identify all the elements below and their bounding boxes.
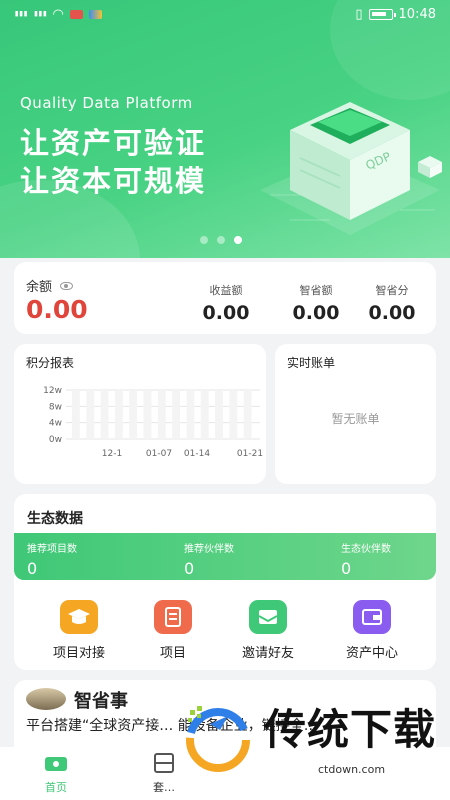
eco-stat-value: 0	[341, 559, 352, 578]
recommended-projects-stat[interactable]: 推荐项目数 0	[27, 540, 77, 578]
chart-column-bg	[143, 390, 152, 439]
hero-title-line2: 让资本可规模	[20, 164, 207, 198]
stat-value: 0.00	[202, 302, 250, 324]
project-matching-button[interactable]: 项目对接	[36, 600, 122, 661]
watermark-url: ctdown.com	[318, 763, 386, 776]
news-avatar	[26, 688, 66, 710]
envelope-icon	[249, 600, 287, 634]
eco-stat-value: 0	[184, 559, 195, 578]
chart-x-tick: 01-07	[146, 449, 172, 459]
recommended-partners-stat[interactable]: 推荐伙伴数 0	[184, 540, 234, 578]
chart-column-bg	[157, 390, 166, 439]
stat-label: 智省额	[299, 284, 333, 297]
balance-card: 余额 0.00 收益额 0.00 智省额 0.00 智省分 0.00	[14, 262, 436, 334]
quick-link-label: 资产中心	[345, 646, 398, 661]
app-notification-icon	[88, 9, 102, 19]
signal-icon: ▮▮▮	[14, 9, 28, 19]
income-stat[interactable]: 收益额 0.00	[186, 282, 266, 324]
app-notification-icon	[69, 9, 83, 19]
eco-stat-value: 0	[27, 559, 38, 578]
carousel-indicator[interactable]	[200, 236, 242, 244]
balance-value: 0.00	[26, 295, 88, 324]
carousel-dot[interactable]	[217, 236, 225, 244]
chart-y-tick: 0w	[49, 435, 62, 445]
eco-stat-label: 推荐伙伴数	[184, 544, 234, 555]
wifi-icon: ◠	[52, 6, 64, 22]
chart-column-bg	[100, 390, 109, 439]
eco-partners-stat[interactable]: 生态伙伴数 0	[341, 540, 391, 578]
stat-value: 0.00	[292, 302, 340, 324]
status-bar: ▮▮▮ ▮▮▮ ◠ ▯ 10:48	[0, 0, 450, 28]
ecosystem-stats-band: 推荐项目数 0 推荐伙伴数 0 生态伙伴数 0	[14, 533, 436, 580]
chart-column-bg	[129, 390, 138, 439]
watermark-text: 传统下载	[264, 705, 437, 754]
eye-icon[interactable]	[60, 281, 74, 290]
chart-x-tick: 01-14	[184, 449, 210, 459]
chart-column-bg	[86, 390, 95, 439]
ecosystem-card: 生态数据 推荐项目数 0 推荐伙伴数 0 生态伙伴数 0 项目对接 项目 邀请好…	[14, 494, 436, 670]
battery-icon	[368, 8, 396, 20]
stat-label: 智省分	[375, 284, 409, 297]
signal-icon: ▮▮▮	[33, 9, 47, 19]
bill-title: 实时账单	[287, 356, 336, 370]
tab-label: 首页	[45, 781, 67, 794]
invite-friends-button[interactable]: 邀请好友	[225, 600, 311, 661]
chart-column-bg	[72, 390, 80, 439]
watermark-logo-icon	[186, 706, 250, 772]
hero-banner[interactable]: ▮▮▮ ▮▮▮ ◠ ▯ 10:48 Quality Data Platform …	[0, 0, 450, 258]
hero-subtitle: Quality Data Platform	[20, 94, 193, 112]
chart-column-bg	[215, 390, 223, 439]
chart-column-bg	[243, 390, 252, 439]
grid-icon	[152, 753, 176, 773]
projects-button[interactable]: 项目	[130, 600, 216, 661]
chart-x-tick: 01-21	[237, 449, 263, 459]
chart-column-bg	[172, 390, 181, 439]
stat-label: 收益额	[209, 284, 243, 297]
chart-column-bg	[114, 390, 123, 439]
tab-home[interactable]: 首页	[26, 753, 86, 795]
points-chart: 12w 8w 4w 0w 12-1 01-07 01-14 01-21	[43, 386, 263, 459]
chart-y-tick: 12w	[43, 386, 62, 396]
smart-saving-points-stat[interactable]: 智省分 0.00	[352, 282, 432, 324]
asset-center-button[interactable]: 资产中心	[329, 600, 415, 661]
eco-stat-label: 推荐项目数	[27, 544, 77, 555]
smart-saving-amount-stat[interactable]: 智省额 0.00	[276, 282, 356, 324]
carousel-dot-active[interactable]	[234, 236, 242, 244]
news-title: 智省事	[74, 691, 128, 712]
clipboard-icon	[154, 600, 192, 634]
quick-link-label: 邀请好友	[241, 646, 294, 661]
hero-title-line1: 让资产可验证	[20, 126, 207, 160]
chart-column-bg	[229, 390, 238, 439]
chart-y-tick: 8w	[49, 402, 62, 412]
vibrate-icon: ▯	[355, 6, 363, 22]
chart-column-bg	[200, 390, 209, 439]
carousel-dot[interactable]	[200, 236, 208, 244]
wallet-icon	[353, 600, 391, 634]
graduation-cap-icon	[60, 600, 98, 634]
eco-stat-label: 生态伙伴数	[341, 544, 391, 555]
balance-label: 余额	[26, 280, 53, 295]
quick-link-label: 项目对接	[52, 646, 105, 661]
chart-y-tick: 4w	[49, 419, 62, 429]
bill-card[interactable]: 实时账单 暂无账单	[275, 344, 436, 484]
bill-empty-text: 暂无账单	[331, 412, 380, 426]
watermark-overlay: 传统下载 ctdown.com	[180, 694, 442, 790]
home-icon	[44, 753, 68, 773]
ecosystem-title: 生态数据	[27, 511, 83, 527]
chart-x-tick: 12-1	[102, 449, 122, 459]
status-time: 10:48	[398, 6, 436, 22]
quick-link-label: 项目	[159, 646, 186, 661]
points-chart-card[interactable]: 积分报表 12w 8w 4w 0w 12-1 01-07 01-14 01-21	[14, 344, 266, 484]
stat-value: 0.00	[368, 302, 416, 324]
server-illustration: QDP	[260, 102, 442, 235]
chart-column-bg	[186, 390, 195, 439]
